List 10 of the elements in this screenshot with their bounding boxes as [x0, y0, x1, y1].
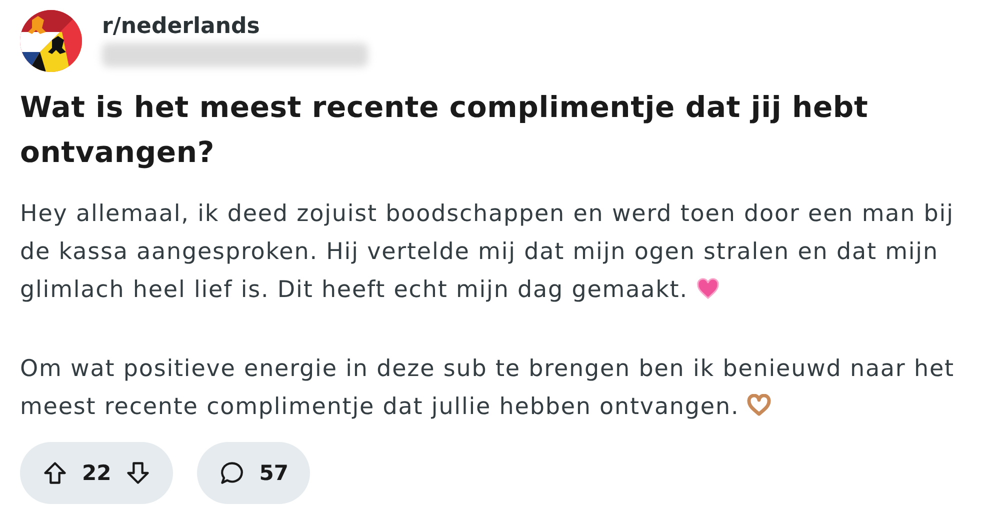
upvote-icon[interactable]: [42, 460, 68, 486]
comments-button[interactable]: 57: [197, 442, 310, 504]
post-paragraph: Om wat positieve energie in deze sub te brengen ben ik benieuwd naar het meest recente complimentje dat jullie hebben ontvangen.: [20, 355, 956, 422]
post-paragraph: Hey allemaal, ik deed zojuist boodschappen en werd toen door een man bij de kassa aangesproken. Hij vertelde mij dat mijn ogen stralen en dat mijn glimlach heel lief is. Dit heeft echt mijn dag gemaakt.: [20, 200, 955, 305]
subreddit-name[interactable]: r/nederlands: [102, 14, 368, 39]
vote-count: 22: [82, 461, 112, 485]
post-title[interactable]: Wat is het meest recente complimentje dat jij hebt ontvangen?: [20, 85, 900, 175]
downvote-icon[interactable]: [125, 460, 152, 486]
speech-bubble-icon: [219, 460, 246, 486]
heart-icon: [696, 277, 720, 301]
